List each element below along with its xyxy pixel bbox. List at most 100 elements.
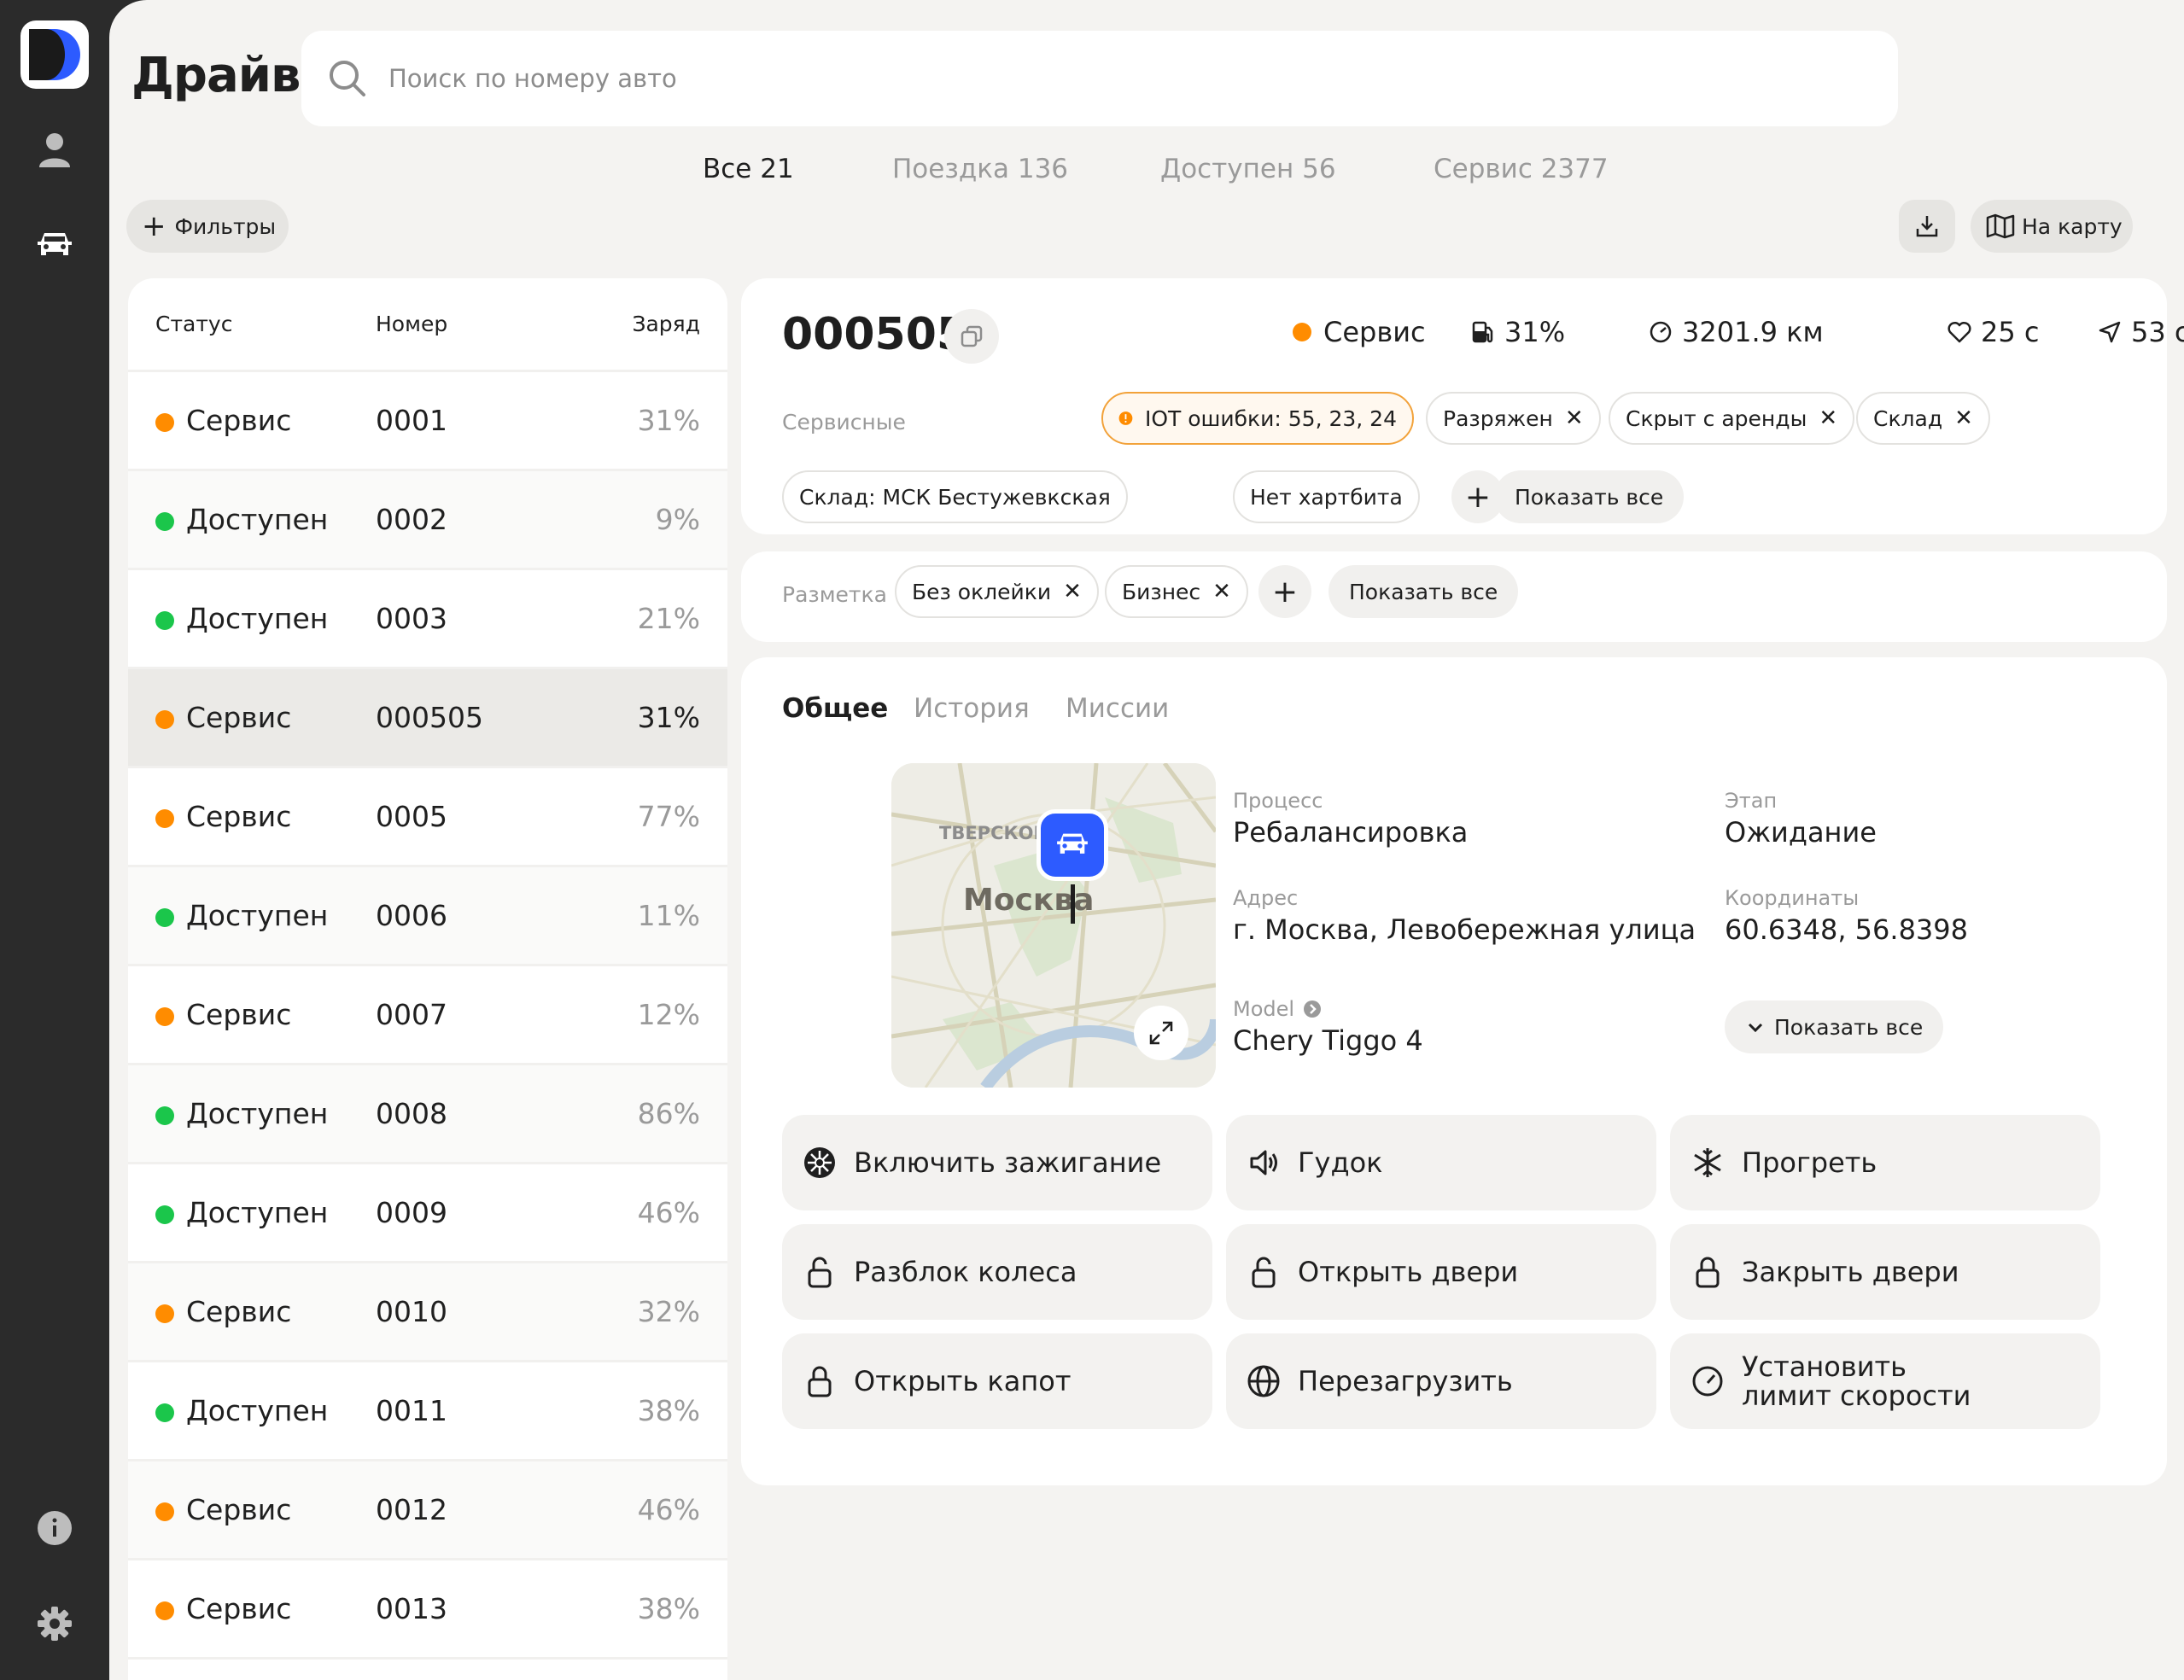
- table-row[interactable]: Доступен 0006 11%: [128, 867, 727, 966]
- copy-button[interactable]: [944, 309, 999, 364]
- table-row[interactable]: Сервис 0005 77%: [128, 768, 727, 867]
- model-info-icon[interactable]: [1303, 1000, 1322, 1018]
- action-button[interactable]: Открыть капот: [782, 1333, 1212, 1429]
- tag-chip[interactable]: Бизнес ✕: [1105, 565, 1248, 618]
- tag-chip[interactable]: Склад: МСК Бестужевкская: [782, 470, 1128, 523]
- tag-chip[interactable]: Разряжен ✕: [1426, 392, 1601, 445]
- search-input[interactable]: [388, 64, 1840, 93]
- info-icon[interactable]: [32, 1506, 77, 1550]
- row-number: 000505: [376, 701, 483, 734]
- action-button[interactable]: Включить зажигание: [782, 1115, 1212, 1210]
- row-status: Доступен: [155, 1097, 328, 1130]
- header-charge[interactable]: Заряд: [632, 312, 700, 336]
- action-button[interactable]: Прогреть: [1670, 1115, 2100, 1210]
- expand-map-button[interactable]: [1134, 1006, 1188, 1060]
- tab-service[interactable]: Сервис 2377: [1434, 154, 1609, 184]
- table-row[interactable]: Сервис 0007 12%: [128, 966, 727, 1065]
- user-icon[interactable]: [32, 128, 77, 172]
- filters-button[interactable]: + Фильтры: [126, 200, 289, 253]
- address-label: Адрес: [1233, 886, 1299, 910]
- table-row[interactable]: Сервис 0013 38%: [128, 1560, 727, 1660]
- row-charge: 21%: [637, 602, 700, 635]
- table-row[interactable]: Доступен 0008 86%: [128, 1065, 727, 1164]
- remove-tag-icon[interactable]: ✕: [1565, 405, 1584, 431]
- table-row[interactable]: Сервис 000505 31%: [128, 669, 727, 768]
- to-map-button[interactable]: На карту: [1971, 200, 2133, 253]
- row-number: 0005: [376, 800, 447, 833]
- vehicle-status-text: Сервис: [1323, 316, 1426, 348]
- copy-icon: [961, 325, 983, 347]
- action-button[interactable]: Установить лимит скорости: [1670, 1333, 2100, 1429]
- iot-errors-chip[interactable]: IOT ошибки: 55, 23, 24: [1101, 392, 1414, 445]
- tag-chip-label: Нет хартбита: [1250, 484, 1403, 510]
- tag-chip[interactable]: Нет хартбита: [1233, 470, 1420, 523]
- header-status[interactable]: Статус: [155, 312, 232, 336]
- show-all-info-button[interactable]: Показать все: [1725, 1000, 1944, 1053]
- row-charge: 46%: [637, 1196, 700, 1229]
- row-charge: 46%: [637, 1493, 700, 1526]
- car-icon: [1057, 833, 1088, 854]
- action-button[interactable]: Открыть двери: [1226, 1224, 1656, 1320]
- chevron-down-icon: [1748, 1023, 1763, 1033]
- tab-history[interactable]: История: [914, 693, 1030, 724]
- remove-tag-icon[interactable]: ✕: [1954, 405, 1973, 431]
- show-all-service-tags-button[interactable]: Показать все: [1494, 470, 1685, 523]
- action-button[interactable]: Перезагрузить: [1226, 1333, 1656, 1429]
- expand-icon: [1149, 1021, 1173, 1045]
- remove-tag-icon[interactable]: ✕: [1063, 579, 1082, 604]
- address-value: г. Москва, Левобережная улица: [1233, 913, 1696, 946]
- tab-all[interactable]: Все 21: [703, 154, 794, 184]
- tag-chip[interactable]: Скрыт с аренды ✕: [1609, 392, 1855, 445]
- vehicle-status: Сервис: [1293, 316, 1426, 348]
- row-charge: 38%: [637, 1592, 700, 1625]
- heart-icon: [1947, 321, 1971, 343]
- tab-general[interactable]: Общее: [782, 693, 888, 724]
- row-status-text: Сервис: [186, 701, 292, 734]
- row-status: Доступен: [155, 503, 328, 536]
- tag-chip[interactable]: Без оклейки ✕: [895, 565, 1099, 618]
- unlock-icon: [1245, 1253, 1282, 1291]
- action-button[interactable]: Гудок: [1226, 1115, 1656, 1210]
- download-button[interactable]: [1899, 200, 1955, 253]
- download-icon: [1916, 216, 1938, 237]
- tab-available[interactable]: Доступен 56: [1160, 154, 1336, 184]
- row-status: Доступен: [155, 899, 328, 932]
- add-marking-tag-button[interactable]: +: [1258, 565, 1311, 618]
- action-button[interactable]: Закрыть двери: [1670, 1224, 2100, 1320]
- tag-chip-label: Склад: МСК Бестужевкская: [799, 484, 1111, 510]
- table-row[interactable]: Сервис 0001 31%: [128, 372, 727, 471]
- car-icon[interactable]: [32, 224, 77, 268]
- tab-missions[interactable]: Миссии: [1066, 693, 1169, 724]
- table-row[interactable]: Сервис 0012 46%: [128, 1461, 727, 1560]
- header-number[interactable]: Номер: [376, 312, 447, 336]
- status-dot: [155, 907, 174, 927]
- tab-trip[interactable]: Поездка 136: [892, 154, 1068, 184]
- table-row[interactable]: Сервис 0010 32%: [128, 1263, 727, 1362]
- show-all-marking-tags-button[interactable]: Показать все: [1329, 565, 1519, 618]
- service-tags-label: Сервисные: [782, 410, 906, 435]
- settings-gear-icon[interactable]: [32, 1601, 77, 1646]
- table-row[interactable]: Доступен 0011 38%: [128, 1362, 727, 1461]
- plus-icon: +: [1464, 479, 1492, 515]
- table-row[interactable]: Доступен 0003 21%: [128, 570, 727, 669]
- search-icon: [330, 61, 365, 96]
- row-charge: 31%: [637, 701, 700, 734]
- row-charge: 31%: [637, 404, 700, 437]
- remove-tag-icon[interactable]: ✕: [1212, 579, 1231, 604]
- left-rail: [0, 0, 109, 1680]
- mini-map[interactable]: ТВЕРСКОЙ Москва: [891, 763, 1216, 1088]
- row-number: 0013: [376, 1592, 447, 1625]
- table-row[interactable]: Доступен 0002 9%: [128, 471, 727, 570]
- car-location-pin[interactable]: [1037, 809, 1108, 881]
- tag-chip[interactable]: Склад ✕: [1856, 392, 1990, 445]
- search-bar[interactable]: [301, 31, 1898, 126]
- row-status: Доступен: [155, 602, 328, 635]
- table-row[interactable]: Доступен 0009 46%: [128, 1164, 727, 1263]
- action-button[interactable]: Разблок колеса: [782, 1224, 1212, 1320]
- lock-icon: [801, 1362, 838, 1400]
- model-value: Chery Tiggo 4: [1233, 1024, 1423, 1057]
- app-logo[interactable]: [20, 20, 89, 89]
- remove-tag-icon[interactable]: ✕: [1819, 405, 1837, 431]
- row-status-text: Сервис: [186, 1295, 292, 1328]
- row-status-text: Сервис: [186, 800, 292, 833]
